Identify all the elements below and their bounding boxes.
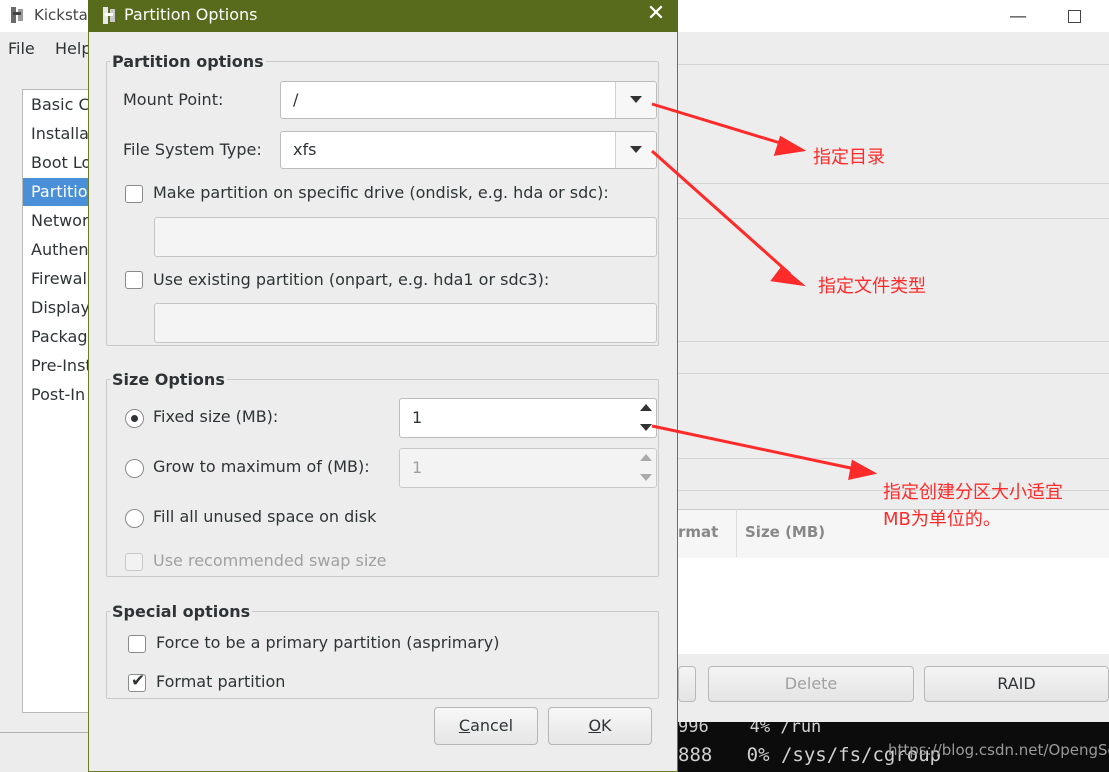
size-annotation-line1: 指定创建分区大小适宜 [883, 482, 1063, 503]
arrow-head [770, 265, 806, 287]
arrow-line [651, 149, 791, 276]
fs-type-annotation: 指定文件类型 [818, 276, 926, 297]
arrow-head [848, 459, 878, 480]
mount-point-annotation: 指定目录 [813, 147, 885, 168]
arrow-line [651, 102, 791, 148]
size-annotation-line2: MB为单位的。 [883, 509, 1001, 530]
arrow-head [773, 135, 807, 156]
arrow-line [651, 424, 861, 472]
annotation-arrows [651, 102, 878, 480]
